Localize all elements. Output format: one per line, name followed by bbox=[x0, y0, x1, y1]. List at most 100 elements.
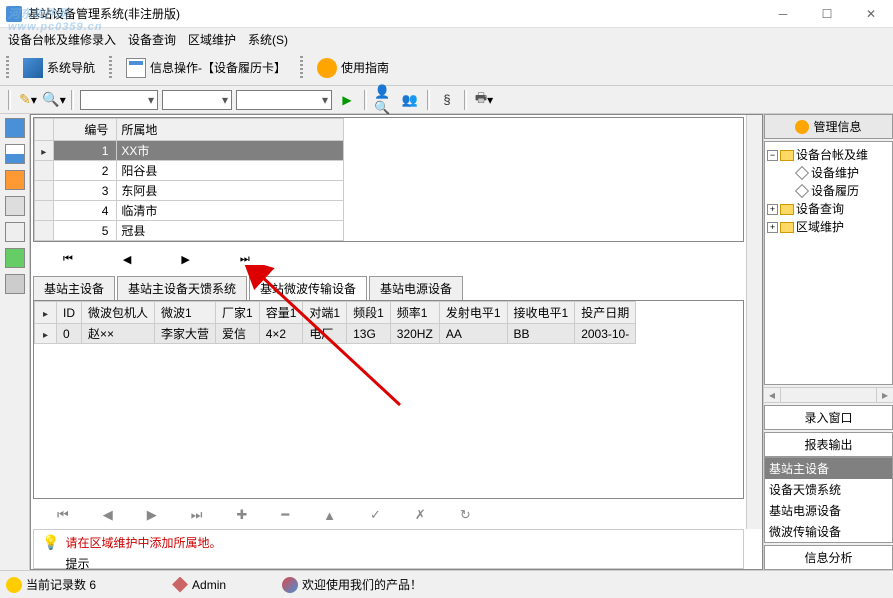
expand-icon[interactable]: + bbox=[767, 222, 778, 233]
find-user-button[interactable]: 👤🔍 bbox=[373, 89, 395, 111]
hint-message: 请在区域维护中添加所属地。 bbox=[65, 534, 221, 551]
leaf-icon bbox=[795, 166, 809, 180]
nav2-prev[interactable]: ◀ bbox=[103, 507, 113, 523]
nav2-refresh[interactable]: ↻ bbox=[460, 507, 471, 523]
leftbar-btn-6[interactable] bbox=[5, 248, 25, 268]
nav2-next[interactable]: ▶ bbox=[147, 507, 157, 523]
tab-antenna-feed[interactable]: 基站主设备天馈系统 bbox=[117, 276, 247, 300]
gear-icon bbox=[795, 120, 809, 134]
nav2-last[interactable]: ⏭ bbox=[191, 507, 203, 523]
nav-info-op[interactable]: 信息操作-【设备履历卡】 bbox=[120, 56, 292, 80]
menubar: 设备台帐及维修录入 设备查询 区域维护 系统(S) bbox=[0, 28, 893, 50]
leftbar-btn-5[interactable] bbox=[5, 222, 25, 242]
leftbar-btn-1[interactable] bbox=[5, 118, 25, 138]
people-icon: 👥 bbox=[402, 92, 418, 108]
list-item[interactable]: 基站主设备 bbox=[765, 458, 892, 479]
menu-device-query[interactable]: 设备查询 bbox=[128, 31, 176, 48]
leftbar-btn-7[interactable] bbox=[5, 274, 25, 294]
users-button[interactable]: 👥 bbox=[399, 89, 421, 111]
nav-help[interactable]: 使用指南 bbox=[311, 56, 395, 80]
leftbar-btn-2[interactable] bbox=[5, 144, 25, 164]
nav-next[interactable]: ▶ bbox=[181, 253, 189, 266]
hint-label: 提示 bbox=[65, 555, 221, 572]
folder-icon bbox=[780, 222, 794, 233]
list-item[interactable]: 基站电源设备 bbox=[765, 500, 892, 521]
user-icon bbox=[172, 577, 188, 593]
status-welcome: 欢迎使用我们的产品！ bbox=[302, 576, 422, 593]
print-button[interactable]: 🖶▾ bbox=[473, 89, 495, 111]
tab-power-device[interactable]: 基站电源设备 bbox=[369, 276, 463, 300]
detail-grid-wrap: ID微波包机人微波1 厂家1容量1对端1 频段1频率1发射电平1 接收电平1投产… bbox=[33, 300, 744, 499]
folder-icon bbox=[780, 204, 794, 215]
leftbar-btn-4[interactable] bbox=[5, 196, 25, 216]
status-records: 当前记录数 6 bbox=[26, 576, 96, 593]
nav-system[interactable]: 系统导航 bbox=[17, 56, 101, 80]
nav-first[interactable]: ⏮ bbox=[63, 253, 73, 266]
run-button[interactable]: ▶ bbox=[336, 89, 358, 111]
section-info-analysis[interactable]: 信息分析 bbox=[764, 545, 893, 570]
close-button[interactable]: ✕ bbox=[849, 0, 893, 28]
device-tabs: 基站主设备 基站主设备天馈系统 基站微波传输设备 基站电源设备 bbox=[31, 272, 744, 300]
leftbar-btn-3[interactable] bbox=[5, 170, 25, 190]
table-row[interactable]: 0赵××李家大营 爱信4×2电厂 13G320HZAA BB2003-10- bbox=[35, 324, 636, 344]
hint-panel: 💡 请在区域维护中添加所属地。 提示 bbox=[33, 529, 744, 569]
edit-button[interactable]: ✎▾ bbox=[17, 89, 39, 111]
left-toolbar bbox=[0, 114, 30, 570]
list-item[interactable]: 设备天馈系统 bbox=[765, 479, 892, 500]
tab-microwave[interactable]: 基站微波传输设备 bbox=[249, 276, 367, 300]
record-icon bbox=[6, 577, 22, 593]
table-row[interactable]: 4临清市 bbox=[35, 201, 344, 221]
mgmt-tree[interactable]: −设备台帐及维 设备维护 设备履历 +设备查询 +区域维护 bbox=[764, 141, 893, 385]
right-panel: 管理信息 −设备台帐及维 设备维护 设备履历 +设备查询 +区域维护 录入窗口 … bbox=[763, 114, 893, 570]
printer-icon: 🖶 bbox=[475, 89, 487, 111]
statusbar: 当前记录数 6 Admin 欢迎使用我们的产品！ bbox=[0, 570, 893, 598]
section-report-output[interactable]: 报表输出 bbox=[764, 432, 893, 457]
search-button[interactable]: 🔍▾ bbox=[43, 89, 65, 111]
toolbar: ✎▾ 🔍▾ ▶ 👤🔍 👥 § 🖶▾ bbox=[0, 86, 893, 114]
grid2-navigator: ⏮ ◀ ▶ ⏭ ✚ ━ ▲ ✓ ✗ ↻ bbox=[33, 503, 744, 527]
nav2-ok[interactable]: ✓ bbox=[370, 507, 381, 523]
nav2-edit[interactable]: ▲ bbox=[323, 508, 336, 523]
menu-region-maint[interactable]: 区域维护 bbox=[188, 31, 236, 48]
list-item[interactable]: 微波传输设备 bbox=[765, 521, 892, 542]
expand-icon[interactable]: + bbox=[767, 204, 778, 215]
nav2-del[interactable]: ━ bbox=[281, 507, 289, 523]
leaf-icon bbox=[795, 184, 809, 198]
tree-h-scroll[interactable] bbox=[764, 387, 893, 403]
col-region[interactable]: 所属地 bbox=[117, 119, 344, 141]
region-grid[interactable]: 编号所属地 1XX市 2阳谷县 3东阿县 4临清市 5冠县 bbox=[33, 117, 744, 242]
app-icon bbox=[6, 6, 22, 22]
table-row[interactable]: 5冠县 bbox=[35, 221, 344, 241]
nav-prev[interactable]: ◀ bbox=[123, 253, 131, 266]
menu-system[interactable]: 系统(S) bbox=[248, 31, 288, 48]
person-search-icon: 👤🔍 bbox=[374, 84, 394, 116]
link-icon: § bbox=[443, 92, 450, 107]
nav-last[interactable]: ⏭ bbox=[240, 253, 250, 266]
minimize-button[interactable]: ─ bbox=[761, 0, 805, 28]
bulb-icon: 💡 bbox=[42, 534, 59, 551]
link-button[interactable]: § bbox=[436, 89, 458, 111]
combo-1[interactable] bbox=[80, 90, 158, 110]
collapse-icon[interactable]: − bbox=[767, 150, 778, 161]
table-row[interactable]: 2阳谷县 bbox=[35, 161, 344, 181]
right-header: 管理信息 bbox=[764, 114, 893, 139]
v-scrollbar[interactable] bbox=[746, 115, 762, 529]
combo-2[interactable] bbox=[162, 90, 232, 110]
menu-device-ledger[interactable]: 设备台帐及维修录入 bbox=[8, 31, 116, 48]
report-list[interactable]: 基站主设备 设备天馈系统 基站电源设备 微波传输设备 bbox=[764, 457, 893, 543]
nav2-first[interactable]: ⏮ bbox=[57, 507, 69, 523]
grid1-navigator: ⏮ ◀ ▶ ⏭ bbox=[33, 248, 744, 270]
section-input-window[interactable]: 录入窗口 bbox=[764, 405, 893, 430]
detail-grid[interactable]: ID微波包机人微波1 厂家1容量1对端1 频段1频率1发射电平1 接收电平1投产… bbox=[34, 301, 743, 498]
table-row[interactable]: 3东阿县 bbox=[35, 181, 344, 201]
tab-main-device[interactable]: 基站主设备 bbox=[33, 276, 115, 300]
pencil-icon: ✎ bbox=[19, 91, 31, 108]
combo-3[interactable] bbox=[236, 90, 332, 110]
maximize-button[interactable]: ☐ bbox=[805, 0, 849, 28]
nav-icon bbox=[23, 58, 43, 78]
col-id[interactable]: 编号 bbox=[53, 119, 117, 141]
nav2-add[interactable]: ✚ bbox=[236, 507, 247, 523]
table-row[interactable]: 1XX市 bbox=[35, 141, 344, 161]
nav2-cancel[interactable]: ✗ bbox=[415, 507, 426, 523]
titlebar: 基站设备管理系统(非注册版) ─ ☐ ✕ bbox=[0, 0, 893, 28]
